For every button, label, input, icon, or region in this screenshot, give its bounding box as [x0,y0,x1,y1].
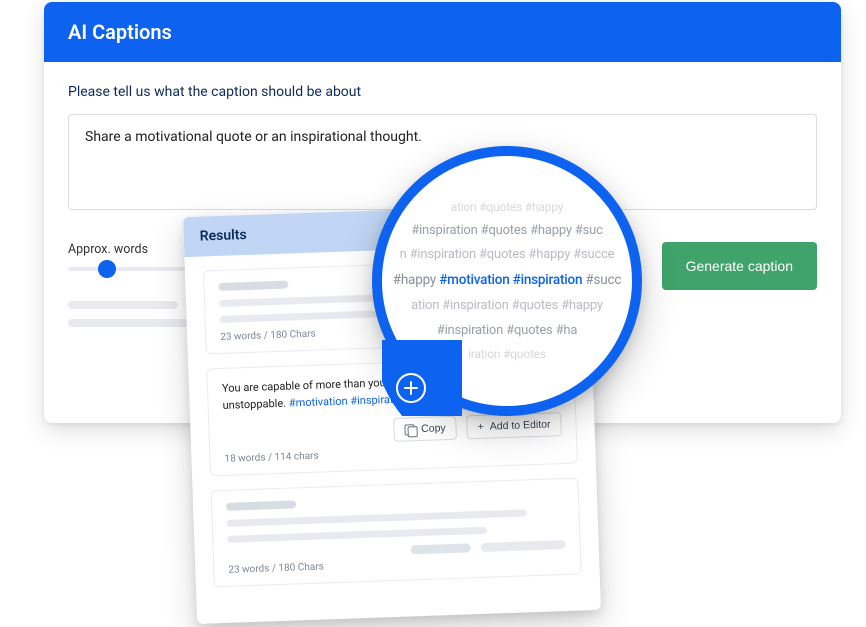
words-slider[interactable] [68,267,188,271]
result-actions: Copy + Add to Editor [223,412,562,448]
add-to-editor-button[interactable]: + Add to Editor [466,412,562,439]
magnifier-highlight: #motivation #inspiration [439,272,582,288]
placeholder-pill [481,540,566,552]
add-label: Add to Editor [490,418,551,432]
result-card: 23 words / 180 Chars [211,478,582,588]
approx-words-control: Approx. words [68,242,198,337]
card-header: AI Captions [44,2,841,62]
copy-label: Copy [421,422,446,435]
copy-icon [404,424,415,435]
magnifier-text: #succ [582,272,621,288]
placeholder-line [68,319,188,327]
magnifier-focus-line: #happy #motivation #inspiration #succ [393,268,622,294]
magnifier-text: #happy [393,272,440,288]
result-text-part: unstoppable. [222,396,289,411]
placeholder-line [68,301,178,309]
copy-button[interactable]: Copy [393,416,457,442]
magnifier-line: ation #inspiration #quotes #happy [411,294,603,319]
magnifier-line: n #inspiration #quotes #happy #succe [400,243,615,268]
plus-icon: + [477,421,484,433]
generate-caption-button[interactable]: Generate caption [662,242,817,290]
placeholder-line [227,509,527,526]
placeholder-line [218,281,288,291]
prompt-label: Please tell us what the caption should b… [68,84,817,100]
placeholder-lines [68,301,198,327]
placeholder-pill [411,543,471,554]
placeholder-line [226,500,296,510]
magnifier-line: #inspiration #quotes #happy #suc [411,219,602,244]
magnifier-add-button[interactable] [396,373,426,403]
placeholder-line [227,527,487,543]
magnifier-line: iration #quotes [468,343,546,366]
words-slider-thumb[interactable] [98,260,116,278]
magnifier-line: ation #quotes #happy [451,196,564,219]
card-title: AI Captions [68,20,172,44]
approx-words-label: Approx. words [68,242,198,257]
